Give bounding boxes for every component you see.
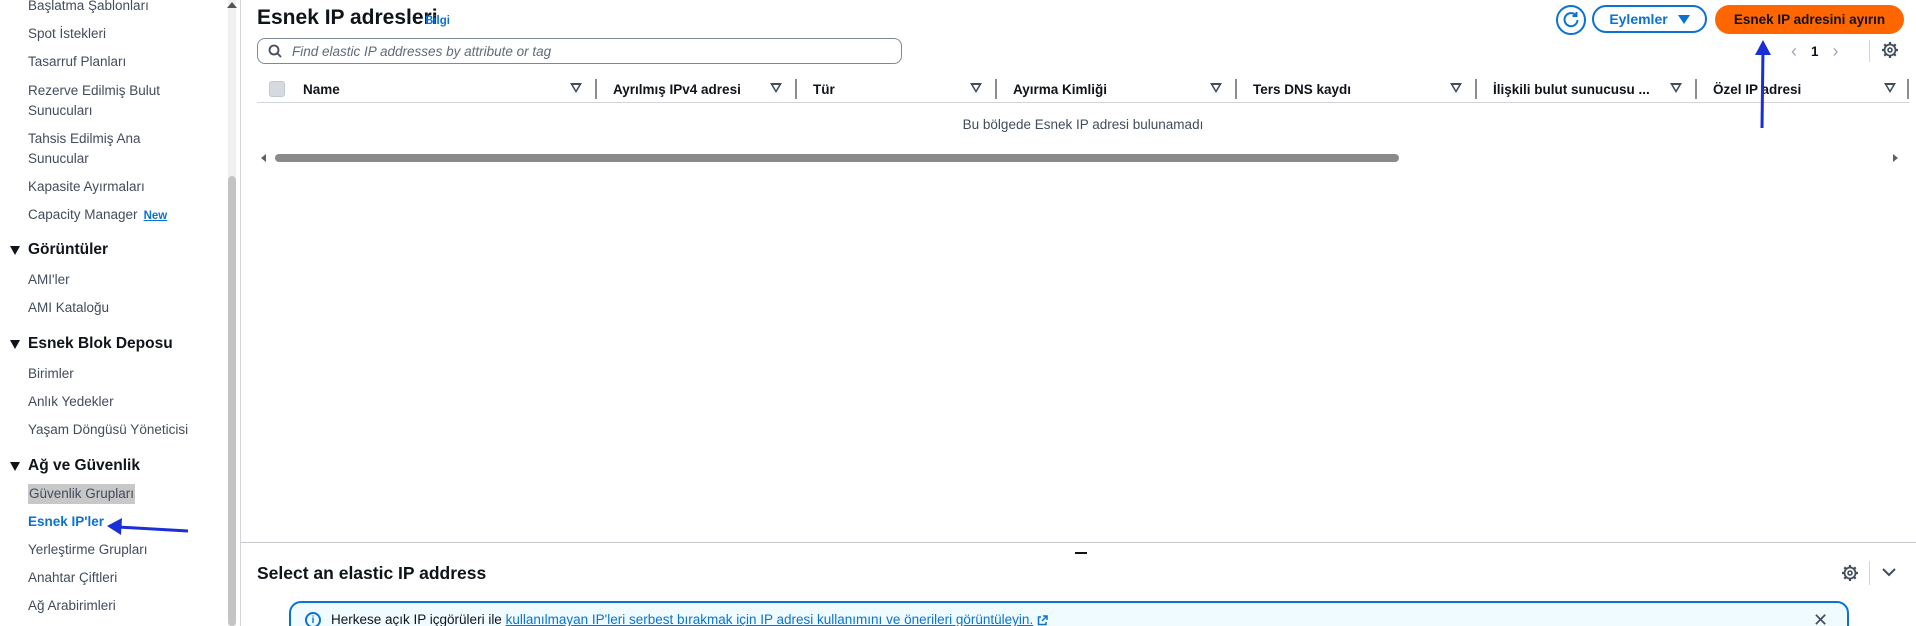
column-resizer[interactable] <box>1475 79 1477 99</box>
info-link[interactable]: Bilgi <box>425 15 450 27</box>
external-link-icon[interactable] <box>1037 615 1048 626</box>
sidebar-item-savings-plans[interactable]: Tasarruf Planları <box>28 52 126 72</box>
column-header-private-ip[interactable]: Özel IP adresi <box>1713 75 1801 103</box>
sidebar-item-capacity-reservations[interactable]: Kapasite Ayırmaları <box>28 177 145 197</box>
info-alert: i Herkese açık IP içgörüleri ile kullanı… <box>289 601 1849 626</box>
column-header-associated-instance[interactable]: İlişkili bulut sunucusu ... <box>1493 75 1650 103</box>
sort-icon[interactable] <box>1210 83 1222 93</box>
alert-prefix: Herkese açık IP içgörüleri ile <box>331 612 506 626</box>
sidebar-item-spot-requests[interactable]: Spot İstekleri <box>28 24 106 44</box>
caret-down-icon <box>10 245 20 255</box>
column-resizer[interactable] <box>1235 79 1237 99</box>
section-title: Ağ ve Güvenlik <box>28 457 140 474</box>
sidebar-item-placement-groups[interactable]: Yerleştirme Grupları <box>28 540 148 560</box>
sidebar-item-lifecycle-manager[interactable]: Yaşam Döngüsü Yöneticisi <box>28 420 188 440</box>
section-network-security[interactable]: Ağ ve Güvenlik <box>10 456 140 476</box>
sidebar-item-elastic-ips[interactable]: Esnek IP'ler <box>28 512 104 532</box>
pagination: ‹ 1 › <box>1791 40 1839 62</box>
scroll-left-icon[interactable] <box>261 154 266 162</box>
sidebar-item-volumes[interactable]: Birimler <box>28 364 74 384</box>
divider <box>1869 40 1870 62</box>
column-resizer[interactable] <box>1695 79 1697 99</box>
refresh-button[interactable] <box>1556 5 1586 35</box>
column-resizer[interactable] <box>1907 79 1909 99</box>
divider <box>1869 561 1870 585</box>
sort-icon[interactable] <box>970 83 982 93</box>
search-bar[interactable] <box>257 38 902 64</box>
public-ip-insights-link[interactable]: kullanılmayan IP'leri serbest bırakmak i… <box>506 612 1034 626</box>
main-content: Esnek IP adresleri Bilgi Eylemler Esnek … <box>241 0 1916 542</box>
sidebar-item-label: Capacity Manager <box>28 207 138 222</box>
close-icon[interactable]: ✕ <box>1813 610 1828 626</box>
divider <box>257 102 1909 103</box>
chevron-down-icon[interactable] <box>1882 567 1896 577</box>
sidebar-item-dedicated-hosts[interactable]: Tahsis Edilmiş Ana Sunucular <box>28 129 198 169</box>
ec2-console: Başlatma Şablonları Spot İstekleri Tasar… <box>0 0 1916 626</box>
split-panel-title: Select an elastic IP address <box>257 563 487 583</box>
page-title: Esnek IP adresleri <box>257 6 438 29</box>
search-input[interactable] <box>292 43 882 59</box>
sidebar-item-security-groups[interactable]: Güvenlik Grupları <box>28 484 136 504</box>
sort-icon[interactable] <box>1884 83 1896 93</box>
column-header-allocated-ipv4[interactable]: Ayrılmış IPv4 adresi <box>613 75 741 103</box>
gear-icon[interactable] <box>1841 564 1859 582</box>
allocate-elastic-ip-button[interactable]: Esnek IP adresini ayırın <box>1715 5 1904 34</box>
sidebar-item-key-pairs[interactable]: Anahtar Çiftleri <box>28 568 117 588</box>
sort-icon[interactable] <box>770 83 782 93</box>
horizontal-scrollbar-thumb[interactable] <box>275 154 1399 162</box>
sort-icon[interactable] <box>570 83 582 93</box>
table-header: Name Ayrılmış IPv4 adresi Tür Ayırma Kim… <box>257 75 1916 103</box>
sidebar-item-snapshots[interactable]: Anlık Yedekler <box>28 392 114 412</box>
split-panel-resize-handle[interactable] <box>1075 552 1087 554</box>
column-header-type[interactable]: Tür <box>813 75 835 103</box>
split-panel: Select an elastic IP address i Herkese a… <box>241 542 1916 626</box>
scroll-up-icon[interactable] <box>227 2 237 8</box>
sort-icon[interactable] <box>1450 83 1462 93</box>
alert-text: Herkese açık IP içgörüleri ile kullanılm… <box>331 612 1048 626</box>
sidebar-nav: Başlatma Şablonları Spot İstekleri Tasar… <box>0 0 228 626</box>
section-title: Görüntüler <box>28 241 109 258</box>
new-badge: New <box>143 210 168 222</box>
column-header-reverse-dns[interactable]: Ters DNS kaydı <box>1253 75 1351 103</box>
page-number[interactable]: 1 <box>1811 44 1819 59</box>
search-icon <box>268 44 282 58</box>
sidebar-item-network-interfaces[interactable]: Ağ Arabirimleri <box>28 596 116 616</box>
select-all-checkbox[interactable] <box>269 81 285 97</box>
scroll-right-icon[interactable] <box>1893 154 1898 162</box>
sidebar-item-launch-templates[interactable]: Başlatma Şablonları <box>28 0 149 16</box>
empty-state-message: Bu bölgede Esnek IP adresi bulunamadı <box>962 117 1204 132</box>
section-images[interactable]: Görüntüler <box>10 240 108 260</box>
sidebar-item-capacity-manager[interactable]: Capacity Manager New <box>28 205 167 226</box>
sidebar-item-reserved-instances[interactable]: Rezerve Edilmiş Bulut Sunucuları <box>28 81 198 121</box>
chevron-right-icon[interactable]: › <box>1833 41 1839 62</box>
caret-down-icon <box>10 339 20 349</box>
actions-dropdown-button[interactable]: Eylemler <box>1592 5 1707 33</box>
caret-down-icon <box>1677 14 1690 24</box>
section-ebs[interactable]: Esnek Blok Deposu <box>10 334 173 354</box>
column-resizer[interactable] <box>995 79 997 99</box>
sidebar-item-amis[interactable]: AMI'ler <box>28 270 70 290</box>
sort-icon[interactable] <box>1670 83 1682 93</box>
gear-icon[interactable] <box>1881 41 1899 59</box>
refresh-icon <box>1563 12 1579 28</box>
column-resizer[interactable] <box>795 79 797 99</box>
section-title: Esnek Blok Deposu <box>28 335 173 352</box>
sidebar-scrollbar-thumb[interactable] <box>228 176 236 626</box>
column-resizer[interactable] <box>595 79 597 99</box>
column-header-name[interactable]: Name <box>303 75 340 103</box>
caret-down-icon <box>10 461 20 471</box>
chevron-left-icon[interactable]: ‹ <box>1791 41 1797 62</box>
column-header-allocation-id[interactable]: Ayırma Kimliği <box>1013 75 1107 103</box>
sidebar-item-ami-catalog[interactable]: AMI Kataloğu <box>28 298 109 318</box>
actions-label: Eylemler <box>1609 11 1668 27</box>
info-icon: i <box>305 612 321 626</box>
